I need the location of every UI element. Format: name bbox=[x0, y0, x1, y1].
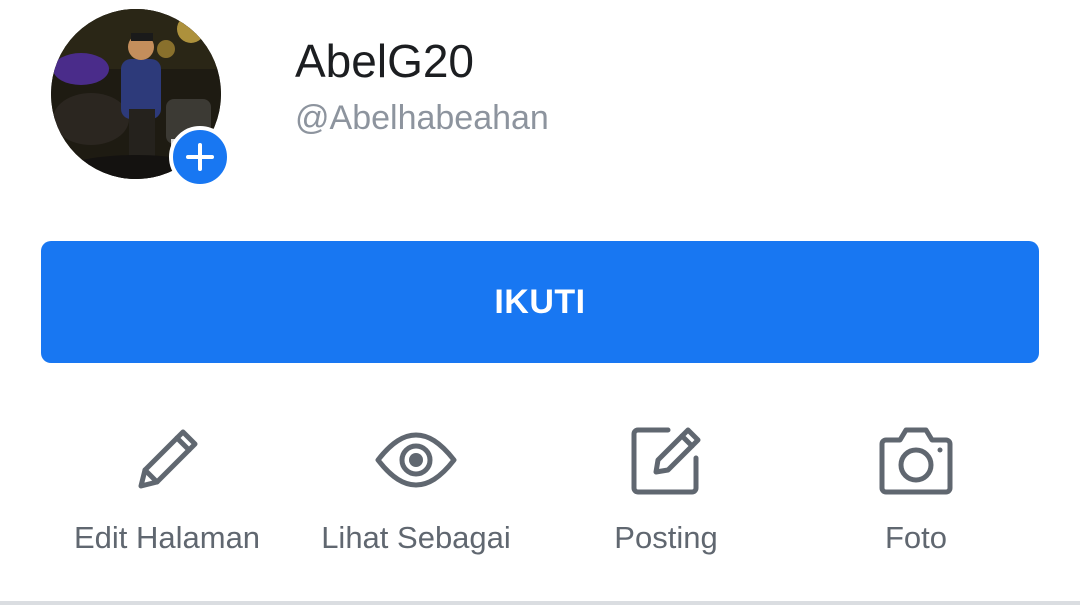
view-as-label: Lihat Sebagai bbox=[321, 520, 511, 555]
profile-handle: @Abelhabeahan bbox=[295, 99, 549, 137]
divider bbox=[0, 601, 1080, 605]
eye-icon bbox=[375, 432, 457, 488]
action-bar: Edit Halaman Lihat Sebagai Posting Foto bbox=[0, 410, 1080, 580]
post-action[interactable]: Posting bbox=[541, 410, 791, 580]
profile-header: AbelG20 @Abelhabeahan IKUTI Edit Halaman… bbox=[0, 0, 1080, 605]
add-photo-button[interactable] bbox=[169, 126, 231, 188]
profile-name: AbelG20 bbox=[295, 35, 475, 87]
compose-icon bbox=[631, 427, 701, 495]
edit-page-label: Edit Halaman bbox=[73, 520, 261, 555]
edit-page-action[interactable]: Edit Halaman bbox=[42, 410, 292, 580]
follow-button[interactable]: IKUTI bbox=[41, 241, 1039, 363]
plus-icon bbox=[186, 143, 214, 171]
camera-icon bbox=[879, 427, 953, 495]
photo-action[interactable]: Foto bbox=[791, 410, 1041, 580]
avatar-container bbox=[51, 9, 231, 188]
pencil-icon bbox=[138, 429, 198, 489]
photo-label: Foto bbox=[884, 520, 948, 555]
view-as-action[interactable]: Lihat Sebagai bbox=[291, 410, 541, 580]
post-label: Posting bbox=[614, 520, 718, 555]
